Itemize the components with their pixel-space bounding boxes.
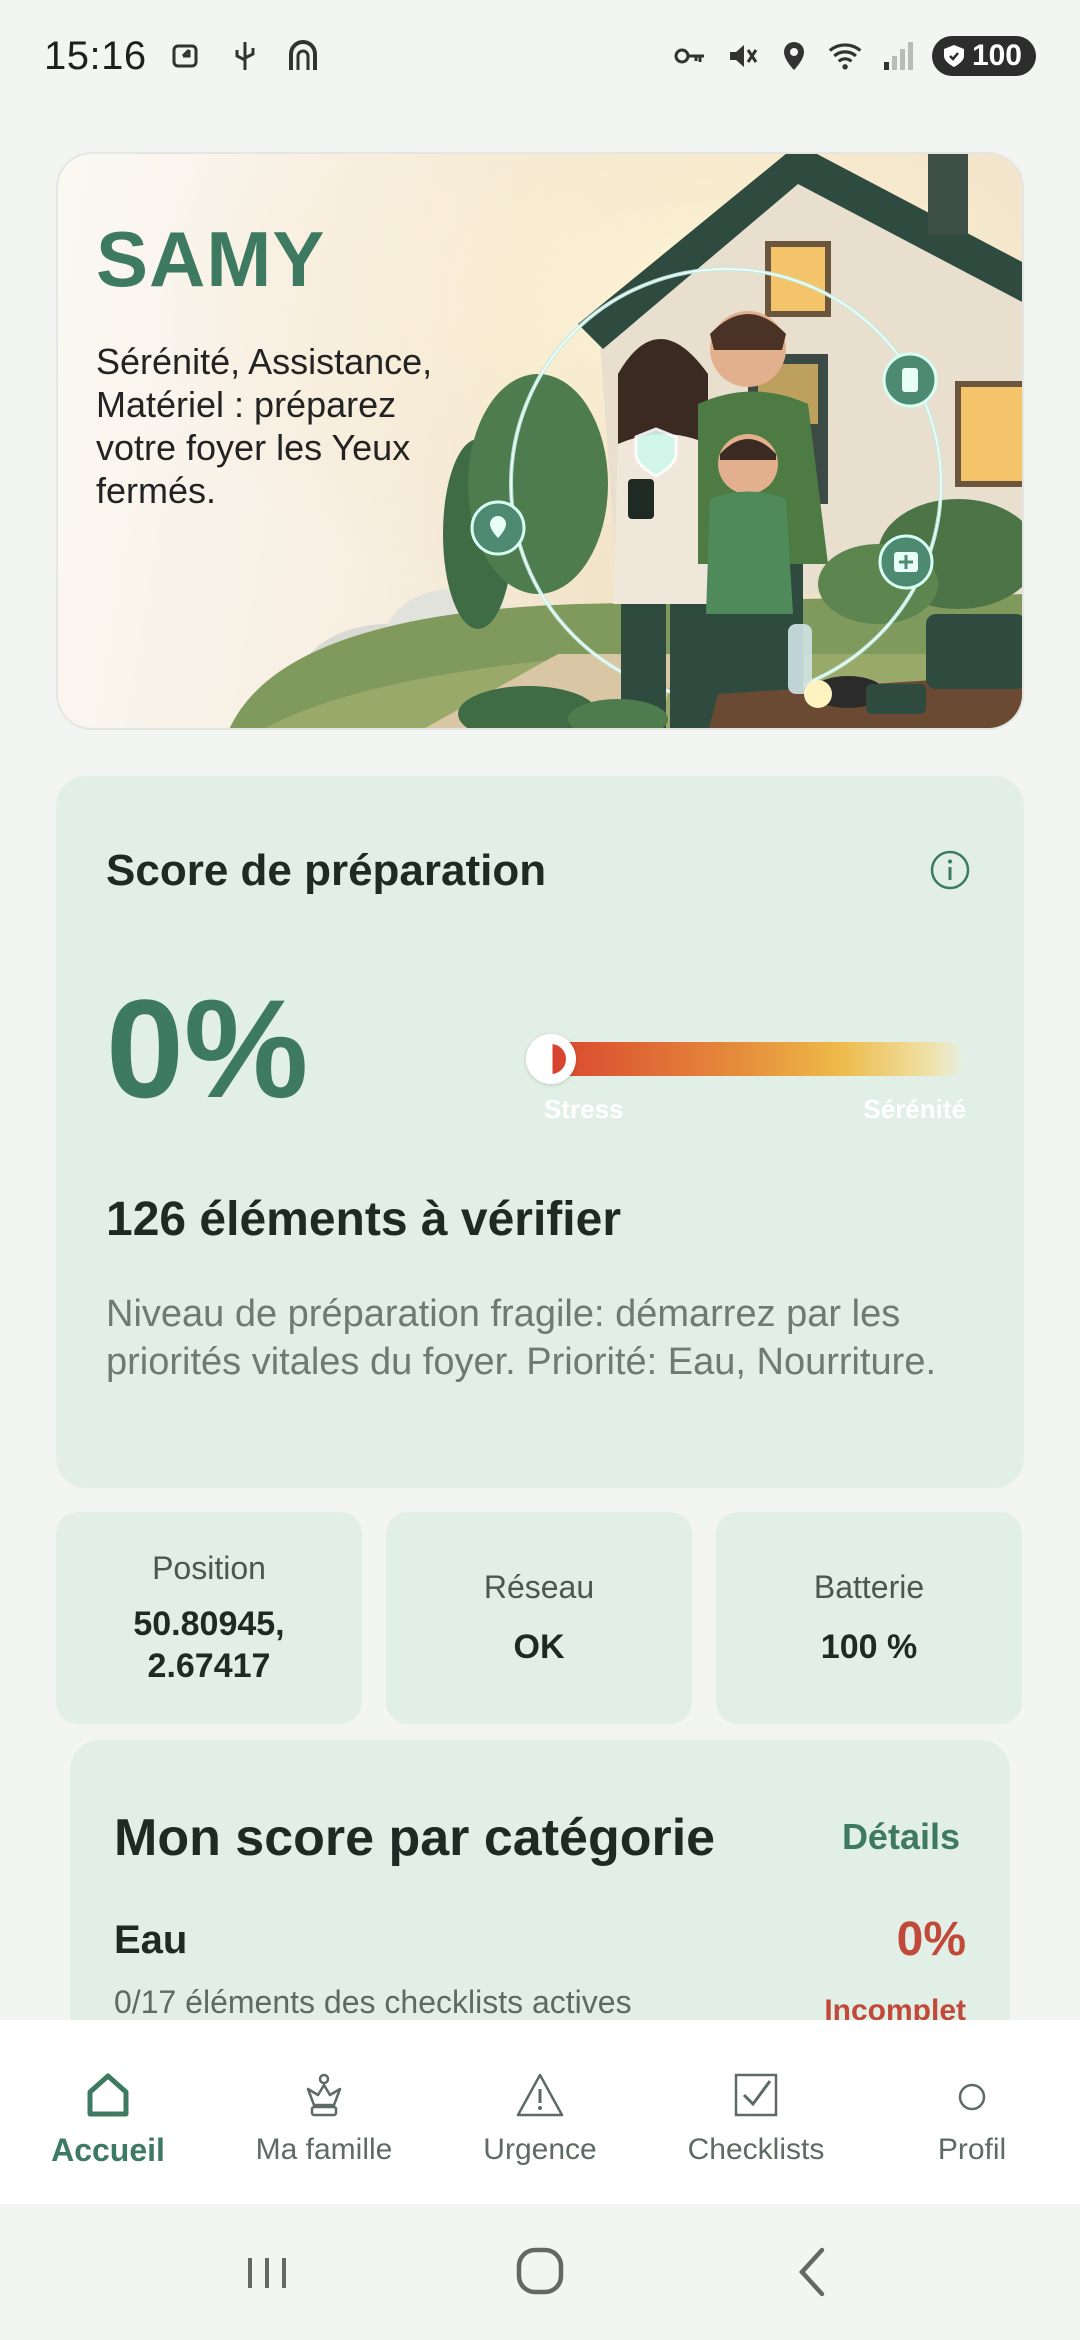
info-icon[interactable] [928,848,972,892]
network-tile: Réseau OK [386,1512,692,1724]
status-bar: 15:16 100 [0,0,1080,112]
home-icon [87,2073,129,2116]
status-time: 15:16 [44,33,147,78]
gauge-label-stress: Stress [544,1094,624,1124]
battery-level: 100 [971,39,1022,72]
location-icon [783,42,804,70]
nav-label-profil: Profil [937,2133,1007,2166]
status-right: 100 [672,36,1036,76]
network-label: Réseau [483,1568,595,1605]
network-value: OK [513,1627,565,1666]
nav-item-accueil[interactable]: Accueil [8,2066,208,2169]
vpn-key-icon [674,48,704,64]
back-icon[interactable] [778,2242,848,2302]
position-tile: Position 50.80945, 2.67417 [56,1512,362,1724]
battery-tile: Batterie 100 % [716,1512,1022,1724]
home-button-icon[interactable] [505,2242,575,2302]
category-percentage: 0% [896,1913,966,1966]
checkbox-icon [734,2073,778,2117]
battery-indicator: 100 [931,36,1036,76]
stress-serenity-gauge: Stress Sérénité [526,1032,966,1132]
arch-app-icon [288,40,317,70]
nav-label-accueil: Accueil [51,2131,165,2168]
wifi-icon [828,43,862,70]
nav-label-checklists: Checklists [687,2133,825,2166]
items-to-check: 126 éléments à vérifier [106,1193,621,1246]
score-description: Niveau de préparation fragile: démarrez … [106,1293,937,1383]
score-title: Score de préparation [106,846,547,895]
signal-icon [883,42,913,70]
nav-item-checklists[interactable]: Checklists [656,2067,856,2167]
nav-item-urgence[interactable]: Urgence [440,2067,640,2167]
mute-icon [729,45,758,67]
warning-icon [516,2073,564,2117]
position-label: Position [152,1549,266,1586]
usb-icon [235,42,255,70]
gauge-label-serenity: Sérénité [863,1094,966,1124]
gauge-indicator [526,1034,576,1084]
nav-label-urgence: Urgence [483,2133,597,2166]
status-left: 15:16 [44,34,321,79]
bottom-navigation: Accueil Ma famille Urgence Checklists Pr… [0,2020,1080,2204]
gauge-track [544,1042,964,1076]
battery-value: 100 % [820,1627,918,1666]
nav-label-famille: Ma famille [255,2133,393,2166]
score-percentage: 0% [106,970,309,1127]
app-tagline: Sérénité, Assistance, Matériel : prépare… [96,341,433,511]
shield-icon [943,45,964,67]
hero-banner: SAMY Sérénité, Assistance, Matériel : pr… [56,152,1024,730]
position-value: 50.80945, 2.67417 [133,1604,285,1685]
category-progress: 0/17 éléments des checklists actives [114,1984,632,2020]
nav-item-famille[interactable]: Ma famille [224,2067,424,2167]
crown-icon [306,2073,342,2117]
preparedness-score-card[interactable]: Score de préparation 0% Stress Sérénité … [56,776,1024,1488]
recent-apps-icon[interactable] [232,2242,302,2302]
category-name: Eau [114,1918,188,1962]
details-link[interactable]: Détails [842,1816,960,1858]
nav-item-profil[interactable]: Profil [872,2067,1072,2167]
system-navigation [0,2204,1080,2340]
sync-icon [172,44,198,68]
battery-label: Batterie [813,1568,925,1605]
circle-icon [958,2083,986,2111]
app-title: SAMY [96,215,326,303]
category-title: Mon score par catégorie [114,1809,716,1867]
